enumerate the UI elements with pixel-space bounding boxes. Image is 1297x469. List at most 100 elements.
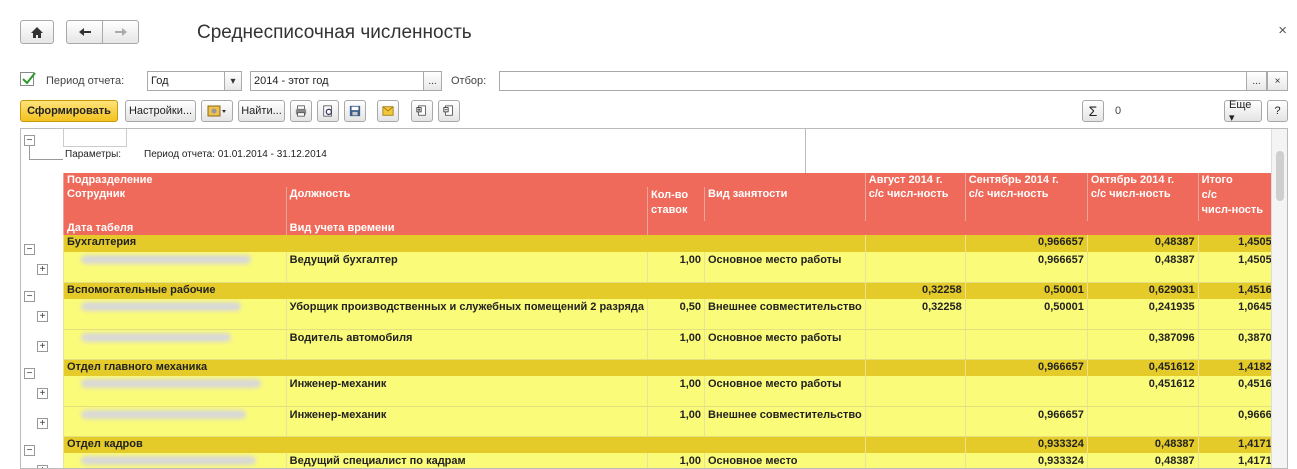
expand-row-icon[interactable]: + bbox=[37, 264, 48, 275]
period-type-select[interactable]: Год bbox=[147, 71, 225, 91]
group-sep: 0,933324 bbox=[964, 436, 1088, 453]
selection-select-button[interactable]: ... bbox=[1246, 71, 1267, 91]
report-variants-icon bbox=[207, 105, 226, 117]
redaction-blur bbox=[81, 255, 251, 264]
header-position: Должность bbox=[285, 187, 648, 221]
scrollbar-thumb[interactable] bbox=[1276, 151, 1284, 201]
preview-button[interactable] bbox=[317, 100, 339, 122]
header-employee: Сотрудник bbox=[63, 187, 287, 221]
aug-cell: 0,32258 bbox=[864, 299, 966, 330]
group-row[interactable]: Отдел главного механика 0,966657 0,451612 1… bbox=[63, 359, 1287, 376]
forward-button[interactable] bbox=[102, 20, 139, 44]
envelope-icon bbox=[382, 106, 394, 116]
sep-cell: 0,966657 bbox=[964, 406, 1088, 437]
employee-name-redacted bbox=[63, 406, 287, 437]
floppy-disk-icon bbox=[349, 105, 361, 117]
group-sep: 0,966657 bbox=[964, 235, 1088, 252]
collapse-groups-button[interactable] bbox=[438, 100, 460, 122]
table-row[interactable]: Уборщик производственных и служебных пом… bbox=[63, 299, 1287, 330]
collapse-group-icon[interactable]: − bbox=[24, 368, 35, 379]
period-label: Период отчета: bbox=[46, 75, 125, 87]
period-value-field[interactable]: 2014 - этот год bbox=[250, 71, 424, 91]
expand-row-icon[interactable]: + bbox=[37, 465, 48, 468]
group-aug: 0,32258 bbox=[864, 282, 966, 299]
table-row[interactable]: Инженер-механик 1,00 Внешнее совместительс… bbox=[63, 406, 1287, 437]
back-button[interactable] bbox=[66, 20, 103, 44]
settings-button[interactable]: Настройки... bbox=[125, 100, 196, 122]
table-row[interactable]: Инженер-механик 1,00 Основное место работы… bbox=[63, 376, 1287, 407]
aug-cell bbox=[864, 252, 966, 283]
find-button[interactable]: Найти... bbox=[238, 100, 285, 122]
group-name: Вспомогательные рабочие bbox=[63, 282, 866, 299]
header-division: Подразделение bbox=[63, 173, 866, 187]
period-checkbox[interactable] bbox=[20, 72, 36, 86]
sum-value: 0 bbox=[1115, 105, 1122, 117]
home-button[interactable] bbox=[20, 20, 54, 44]
group-sep: 0,50001 bbox=[964, 282, 1088, 299]
collapse-groups-icon bbox=[443, 105, 453, 116]
employment-cell: Основное место работы bbox=[704, 376, 866, 407]
employment-cell: Основное место работы bbox=[704, 329, 866, 360]
print-preview-icon bbox=[323, 105, 333, 117]
printer-icon bbox=[295, 105, 307, 117]
position-cell: Инженер-механик bbox=[285, 406, 648, 437]
help-button[interactable]: ? bbox=[1267, 100, 1288, 122]
close-icon[interactable]: × bbox=[1278, 22, 1287, 39]
oct-cell: 0,48387 bbox=[1086, 453, 1199, 468]
params-divider bbox=[805, 129, 806, 173]
collapse-params-icon[interactable]: − bbox=[24, 135, 35, 146]
sep-cell bbox=[964, 376, 1088, 407]
selection-clear-button[interactable]: × bbox=[1267, 71, 1288, 91]
employee-name-redacted bbox=[63, 299, 287, 330]
collapse-group-icon[interactable]: − bbox=[24, 445, 35, 456]
oct-cell bbox=[1086, 406, 1199, 437]
group-row[interactable]: Бухгалтерия 0,966657 0,48387 1,450527 bbox=[63, 235, 1287, 252]
sum-button[interactable]: Σ bbox=[1082, 100, 1104, 122]
sep-cell bbox=[964, 329, 1088, 360]
collapse-group-icon[interactable]: − bbox=[24, 244, 35, 255]
report-spreadsheet[interactable]: − Параметры: Период отчета: 01.01.2014 -… bbox=[20, 128, 1288, 469]
expand-groups-button[interactable] bbox=[411, 100, 433, 122]
home-icon bbox=[31, 26, 43, 38]
generate-button[interactable]: Сформировать bbox=[20, 100, 118, 122]
group-row[interactable]: Вспомогательные рабочие 0,32258 0,50001 0,6… bbox=[63, 282, 1287, 299]
period-select-button[interactable]: ... bbox=[423, 71, 442, 91]
redaction-blur bbox=[81, 409, 246, 419]
table-row[interactable]: Водитель автомобиля 1,00 Основное место ра… bbox=[63, 329, 1287, 360]
table-row[interactable]: Ведущий бухгалтер 1,00 Основное место рабо… bbox=[63, 252, 1287, 283]
save-button[interactable] bbox=[344, 100, 366, 122]
aug-cell bbox=[864, 329, 966, 360]
expand-row-icon[interactable]: + bbox=[37, 418, 48, 429]
more-button[interactable]: Еще ▾ bbox=[1224, 99, 1262, 124]
vertical-scrollbar[interactable] bbox=[1271, 129, 1287, 468]
arrow-left-icon bbox=[78, 28, 91, 36]
print-button[interactable] bbox=[290, 100, 312, 122]
selection-field[interactable] bbox=[499, 71, 1247, 91]
chevron-down-icon: ▾ bbox=[230, 75, 236, 87]
employee-name-redacted bbox=[63, 252, 287, 283]
header-oct-avg: с/с числ-ность bbox=[1086, 187, 1199, 221]
variants-button[interactable] bbox=[201, 100, 233, 122]
params-value: Период отчета: 01.01.2014 - 31.12.2014 bbox=[144, 149, 327, 160]
group-name: Бухгалтерия bbox=[63, 235, 866, 252]
expand-row-icon[interactable]: + bbox=[37, 311, 48, 322]
oct-cell: 0,48387 bbox=[1086, 252, 1199, 283]
group-aug bbox=[864, 235, 966, 252]
period-type-dropdown[interactable]: ▾ bbox=[224, 71, 242, 91]
redaction-blur bbox=[81, 379, 261, 388]
expand-groups-icon bbox=[416, 105, 426, 116]
collapse-group-icon[interactable]: − bbox=[24, 291, 35, 302]
header-row-1: Подразделение Август 2014 г. Сентябрь 20… bbox=[63, 173, 1287, 187]
expand-row-icon[interactable]: + bbox=[37, 341, 48, 352]
checkmark-icon bbox=[22, 72, 36, 85]
position-cell: Водитель автомобиля bbox=[285, 329, 648, 360]
header-timesheet-date: Дата табеля bbox=[63, 221, 287, 235]
employee-name-redacted bbox=[63, 329, 287, 360]
expand-row-icon[interactable]: + bbox=[37, 388, 48, 399]
employee-name-redacted bbox=[63, 376, 287, 407]
table-row[interactable]: Ведущий специалист по кадрам 1,00 Основное… bbox=[63, 453, 1287, 468]
send-email-button[interactable] bbox=[377, 100, 399, 122]
params-header-cell bbox=[63, 129, 127, 147]
group-row[interactable]: Отдел кадров 0,933324 0,48387 1,417194 bbox=[63, 436, 1287, 453]
oct-cell: 0,387096 bbox=[1086, 329, 1199, 360]
